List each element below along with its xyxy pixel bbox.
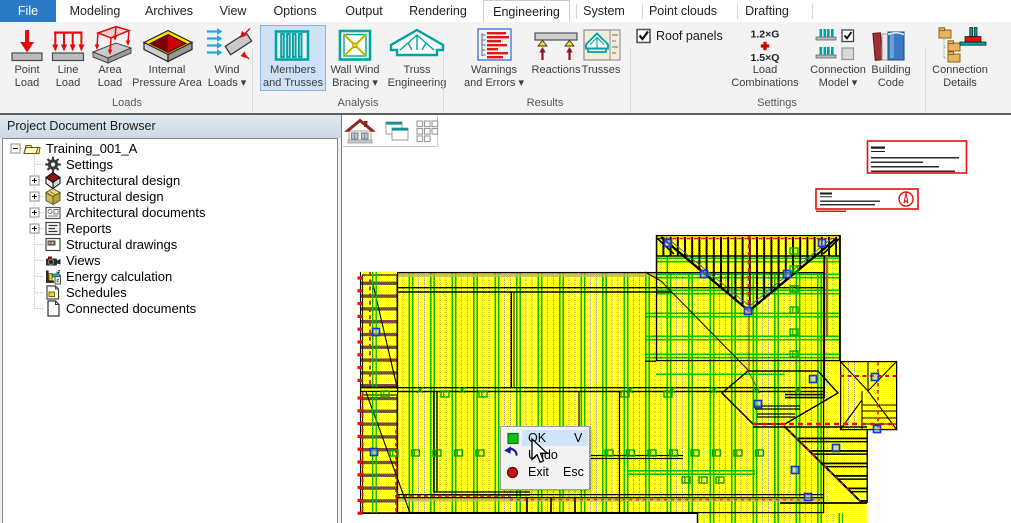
svg-text:z: z bbox=[58, 269, 61, 275]
svg-text:z: z bbox=[56, 278, 59, 284]
svg-text:1.2×G: 1.2×G bbox=[751, 29, 780, 41]
svg-text:1.5×Q: 1.5×Q bbox=[751, 52, 780, 64]
